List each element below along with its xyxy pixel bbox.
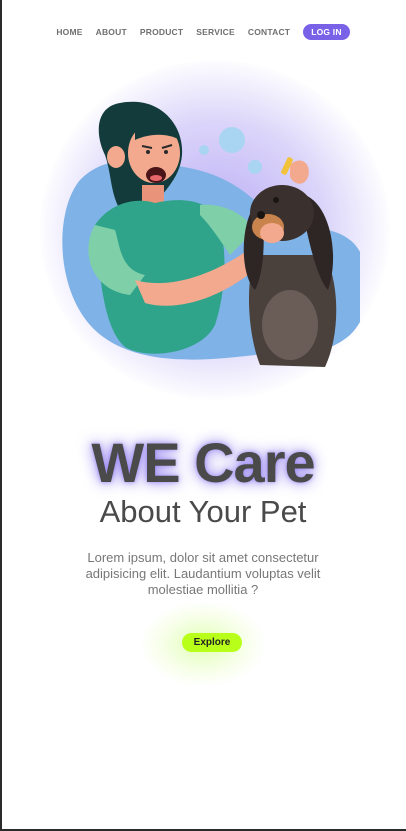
nav-contact[interactable]: CONTACT: [248, 27, 290, 37]
hero-subtitle: About Your Pet: [99, 494, 307, 529]
nav-home[interactable]: HOME: [56, 27, 82, 37]
hero-illustration: [62, 101, 360, 367]
bubble-mid: [248, 160, 262, 174]
bubble-small: [199, 145, 209, 155]
bubble-large: [219, 127, 245, 153]
nav-about[interactable]: ABOUT: [96, 27, 127, 37]
hero-description: Lorem ipsum, dolor sit amet consectetur …: [85, 550, 321, 597]
nav-service[interactable]: SERVICE: [196, 27, 235, 37]
top-nav: HOME ABOUT PRODUCT SERVICE CONTACT LOG I…: [0, 24, 406, 40]
login-button[interactable]: LOG IN: [303, 24, 350, 40]
page-left-border: [0, 0, 2, 831]
hero-title: WE Care: [91, 431, 315, 494]
nav-product[interactable]: PRODUCT: [140, 27, 183, 37]
dropper-hand: [290, 160, 309, 184]
explore-button[interactable]: Explore: [182, 633, 242, 652]
